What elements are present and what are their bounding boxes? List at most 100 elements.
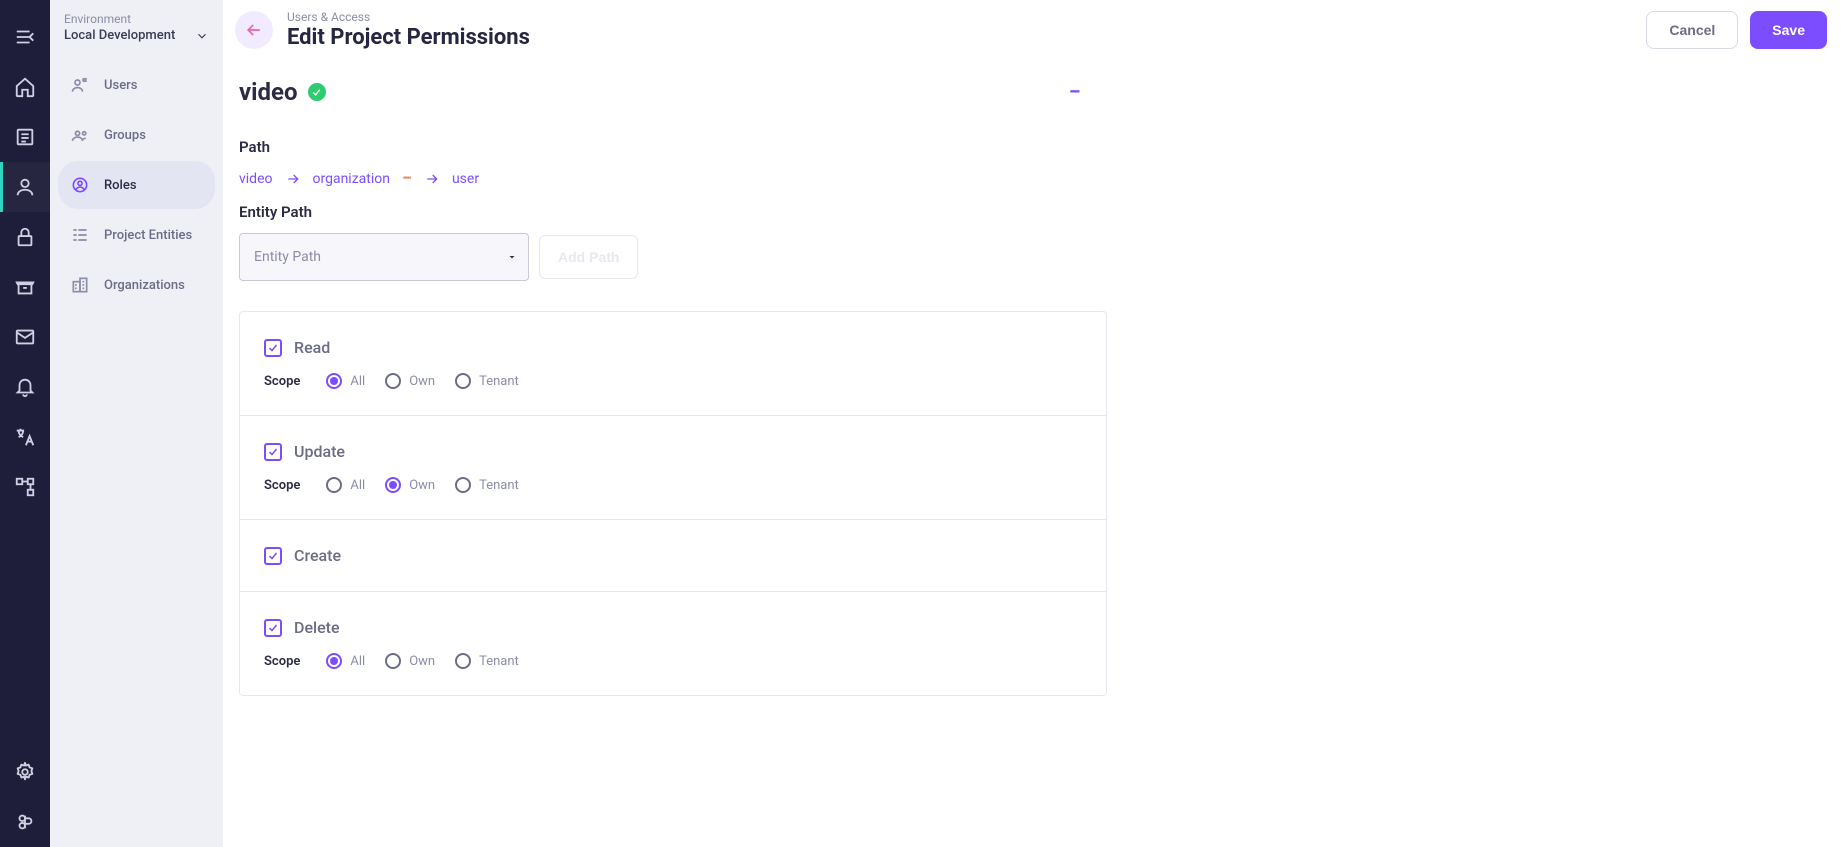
breadcrumb: Users & Access [287,10,530,24]
permission-item: Update Scope All Own Tenant [240,416,1106,520]
bell-icon[interactable] [0,362,50,412]
path-segment[interactable]: video [239,171,273,187]
radio-icon [455,653,471,669]
radio-icon [455,477,471,493]
scope-row: Scope All Own Tenant [264,477,1082,493]
permission-item: Create [240,520,1106,592]
radio-label: Own [409,654,435,669]
archive-icon[interactable] [0,262,50,312]
entity-path-select[interactable]: Entity Path [239,233,529,281]
add-path-button[interactable]: Add Path [539,235,638,279]
permission-item: Delete Scope All Own Tenant [240,592,1106,695]
users-icon [70,75,90,95]
mail-icon[interactable] [0,312,50,362]
sidebar-item-users[interactable]: Users [58,61,215,109]
brain-icon[interactable] [0,797,50,847]
translate-icon[interactable] [0,412,50,462]
sidebar-item-organizations[interactable]: Organizations [58,261,215,309]
path-segment[interactable]: user [452,171,479,187]
scope-row: Scope All Own Tenant [264,373,1082,389]
arrow-left-icon [244,20,264,40]
radio-icon [385,653,401,669]
main-header: Users & Access Edit Project Permissions … [223,0,1847,58]
remove-path-segment-icon[interactable]: − [402,168,412,189]
scope-radio-all[interactable]: All [326,373,365,389]
caret-down-icon [506,251,518,263]
scope-label: Scope [264,374,300,389]
check-icon [311,87,322,98]
chevron-down-icon [195,29,209,43]
page-title: Edit Project Permissions [287,25,530,50]
arrow-right-icon [285,171,301,187]
scope-label: Scope [264,478,300,493]
path-chain: video organization − user [239,168,1107,189]
menu-toggle-icon[interactable] [0,12,50,62]
organizations-icon [70,275,90,295]
list-icon[interactable] [0,112,50,162]
verified-badge [308,83,326,101]
entities-icon [70,225,90,245]
permission-checkbox[interactable] [264,619,282,637]
scope-radio-all[interactable]: All [326,653,365,669]
radio-icon [326,477,342,493]
scope-radio-tenant[interactable]: Tenant [455,653,519,669]
radio-icon [455,373,471,389]
environment-label: Environment [64,12,209,26]
arrow-right-icon [424,171,440,187]
scope-radio-own[interactable]: Own [385,373,435,389]
scope-label: Scope [264,654,300,669]
permission-item: ReadScopeAllOwnTenant [240,312,1106,416]
permission-name: Create [294,546,341,565]
cancel-button[interactable]: Cancel [1646,11,1738,49]
sidebar-item-label: Roles [104,178,137,193]
permission-checkbox[interactable] [264,339,282,357]
sidebar-item-label: Project Entities [104,228,192,243]
lock-icon[interactable] [0,212,50,262]
radio-label: All [350,478,365,493]
permission-name: Update [294,442,345,461]
home-icon[interactable] [0,62,50,112]
check-icon [267,342,279,354]
sidebar-item-label: Groups [104,128,146,143]
check-icon [267,446,279,458]
radio-icon [385,373,401,389]
environment-value: Local Development [64,28,175,43]
scope-row: Scope All Own Tenant [264,653,1082,669]
back-button[interactable] [235,11,273,49]
groups-icon [70,125,90,145]
workflow-icon[interactable] [0,462,50,512]
radio-label: Tenant [479,478,519,493]
scope-radio-tenant[interactable]: Tenant [455,373,519,389]
permissions-list: ReadScopeAllOwnTenantUpdateScopeAllOwnTe… [239,311,1107,696]
radio-icon [326,373,342,389]
sidebar-item-label: Users [104,78,137,93]
sidebar-item-label: Organizations [104,278,185,293]
gear-icon[interactable] [0,747,50,797]
sidebar-item-project-entities[interactable]: Project Entities [58,211,215,259]
scope-radio-tenant[interactable]: Tenant [455,477,519,493]
sidebar-item-groups[interactable]: Groups [58,111,215,159]
users-access-icon[interactable] [0,162,50,212]
path-heading: Path [239,138,1107,156]
radio-label: All [350,654,365,669]
permission-checkbox[interactable] [264,443,282,461]
radio-label: All [350,374,365,389]
path-segment[interactable]: organization [313,171,390,187]
entity-name: video [239,78,298,106]
scope-radio-all[interactable]: All [326,477,365,493]
entity-path-heading: Entity Path [239,203,1107,221]
radio-icon [385,477,401,493]
check-icon [267,622,279,634]
radio-label: Own [409,478,435,493]
radio-label: Own [409,374,435,389]
permission-checkbox[interactable] [264,547,282,565]
entity-path-placeholder: Entity Path [254,249,321,265]
environment-selector[interactable]: Environment Local Development [50,8,223,55]
sidebar-item-roles[interactable]: Roles [58,161,215,209]
remove-entity-icon[interactable]: − [1069,80,1081,105]
scope-radio-own[interactable]: Own [385,653,435,669]
permission-name: Delete [294,618,340,637]
roles-icon [70,175,90,195]
save-button[interactable]: Save [1750,11,1827,49]
scope-radio-own[interactable]: Own [385,477,435,493]
